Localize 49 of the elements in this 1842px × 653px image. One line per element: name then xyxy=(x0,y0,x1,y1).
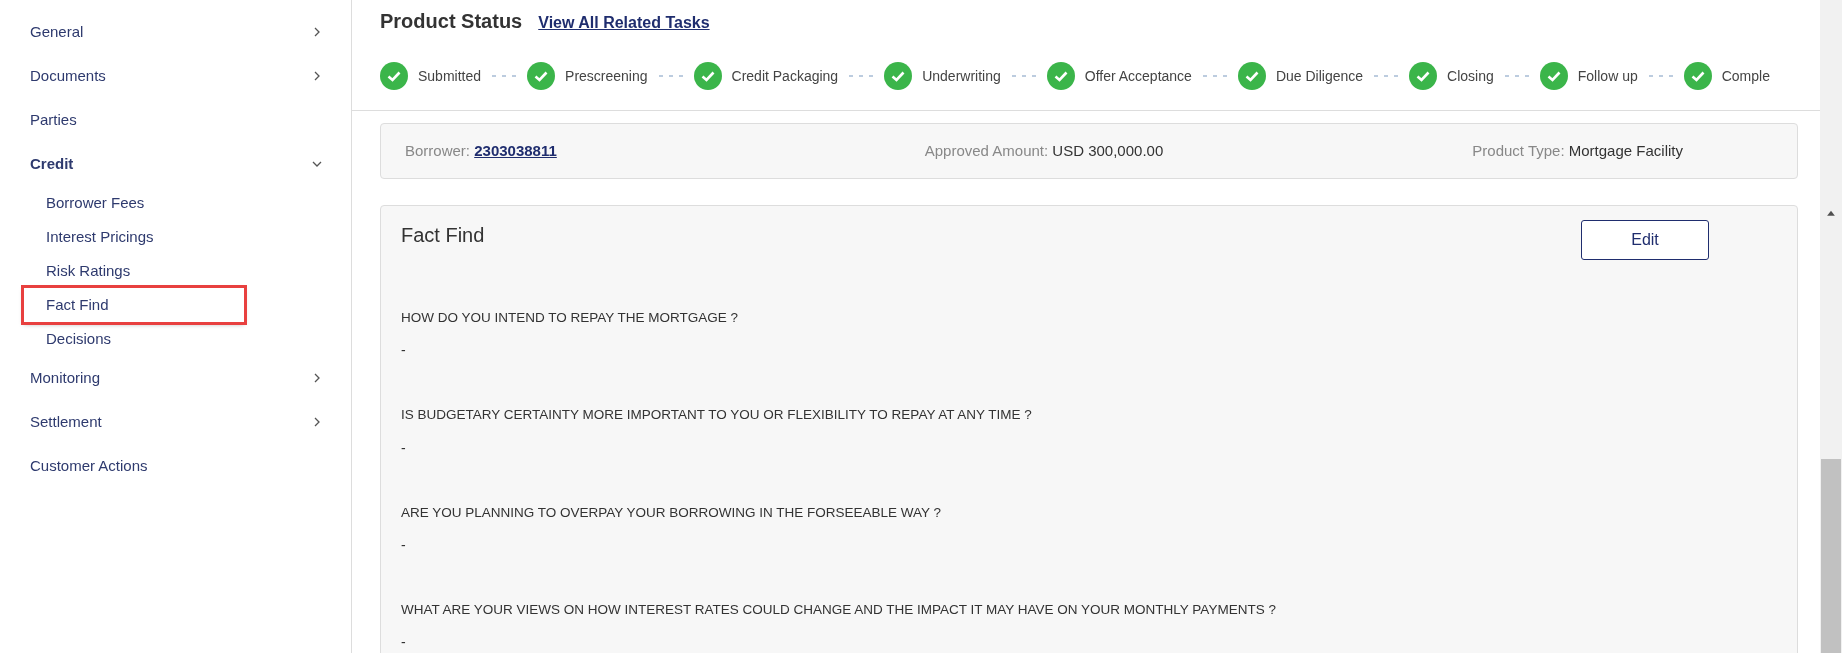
step-label: Underwriting xyxy=(922,66,1001,86)
field-label: Product Type: xyxy=(1472,141,1565,159)
step-connector xyxy=(492,75,517,77)
field-label: Approved Amount: xyxy=(924,141,1049,159)
sidebar-item[interactable]: Settlement xyxy=(30,410,102,434)
sidebar-subitem[interactable]: Borrower Fees xyxy=(24,186,244,220)
step-label: Closing xyxy=(1447,66,1494,86)
step-label: Offer Acceptance xyxy=(1084,66,1192,86)
sidebar-subitem[interactable]: Fact Find xyxy=(24,288,244,322)
sidebar-item[interactable]: General xyxy=(30,20,84,44)
question-text: ARE YOU PLANNING TO OVERPAY YOUR BORROWING IN THE FORSEEABLE WAY ? xyxy=(401,503,943,522)
step-label: Due Diligence xyxy=(1275,66,1364,86)
section-title: Product Status xyxy=(380,9,523,34)
sidebar-item[interactable]: Parties xyxy=(30,108,77,132)
card-title: Fact Find xyxy=(401,223,485,248)
sidebar-item[interactable]: Customer Actions xyxy=(30,454,148,478)
step-connector xyxy=(1011,75,1036,77)
step-connector xyxy=(1648,75,1673,77)
sidebar-item[interactable]: Documents xyxy=(30,64,106,88)
related-tasks-link[interactable]: View All Related Tasks xyxy=(538,11,710,35)
field-value: USD 300,000.00 xyxy=(1052,141,1164,159)
answer-text: - xyxy=(401,633,407,652)
sidebar-item[interactable]: Monitoring xyxy=(30,366,101,390)
step-connector xyxy=(849,75,874,77)
answer-text: - xyxy=(401,438,407,458)
question-text: IS BUDGETARY CERTAINTY MORE IMPORTANT TO YOU OR FLEXIBILITY TO REPAY AT ANY TIME ? xyxy=(401,406,1033,425)
step-label: Credit Packaging xyxy=(731,66,839,86)
sidebar-subitem[interactable]: Interest Pricings xyxy=(24,220,244,254)
step-connector xyxy=(658,75,683,77)
sidebar-item[interactable]: Credit xyxy=(30,152,74,176)
borrower-link[interactable]: 2303038811 xyxy=(474,141,557,159)
scrollbar-thumb[interactable] xyxy=(1821,459,1841,653)
sidebar-subitem[interactable]: Risk Ratings xyxy=(24,254,244,288)
sidebar-subitem[interactable]: Decisions xyxy=(24,322,244,356)
step-label: Comple xyxy=(1721,66,1770,86)
step-connector xyxy=(1504,75,1529,77)
step-label: Prescreening xyxy=(565,66,648,86)
field-label: Borrower: xyxy=(405,141,471,159)
edit-button[interactable]: Edit xyxy=(1581,220,1709,260)
field-value: Mortgage Facility xyxy=(1568,141,1683,159)
answer-text: - xyxy=(401,535,407,555)
answer-text: - xyxy=(401,341,407,361)
question-text: HOW DO YOU INTEND TO REPAY THE MORTGAGE ? xyxy=(401,309,740,327)
step-connector xyxy=(1374,75,1399,77)
step-connector xyxy=(1202,75,1227,77)
question-text: WHAT ARE YOUR VIEWS ON HOW INTEREST RATES COULD CHANGE AND THE IMPACT IT MAY HAVE ON YOUR MONTHLY PAYMENTS ? xyxy=(401,600,1277,619)
step-label: Follow up xyxy=(1577,66,1638,86)
step-label: Submitted xyxy=(418,66,482,86)
scrollbar[interactable] xyxy=(1820,0,1842,653)
